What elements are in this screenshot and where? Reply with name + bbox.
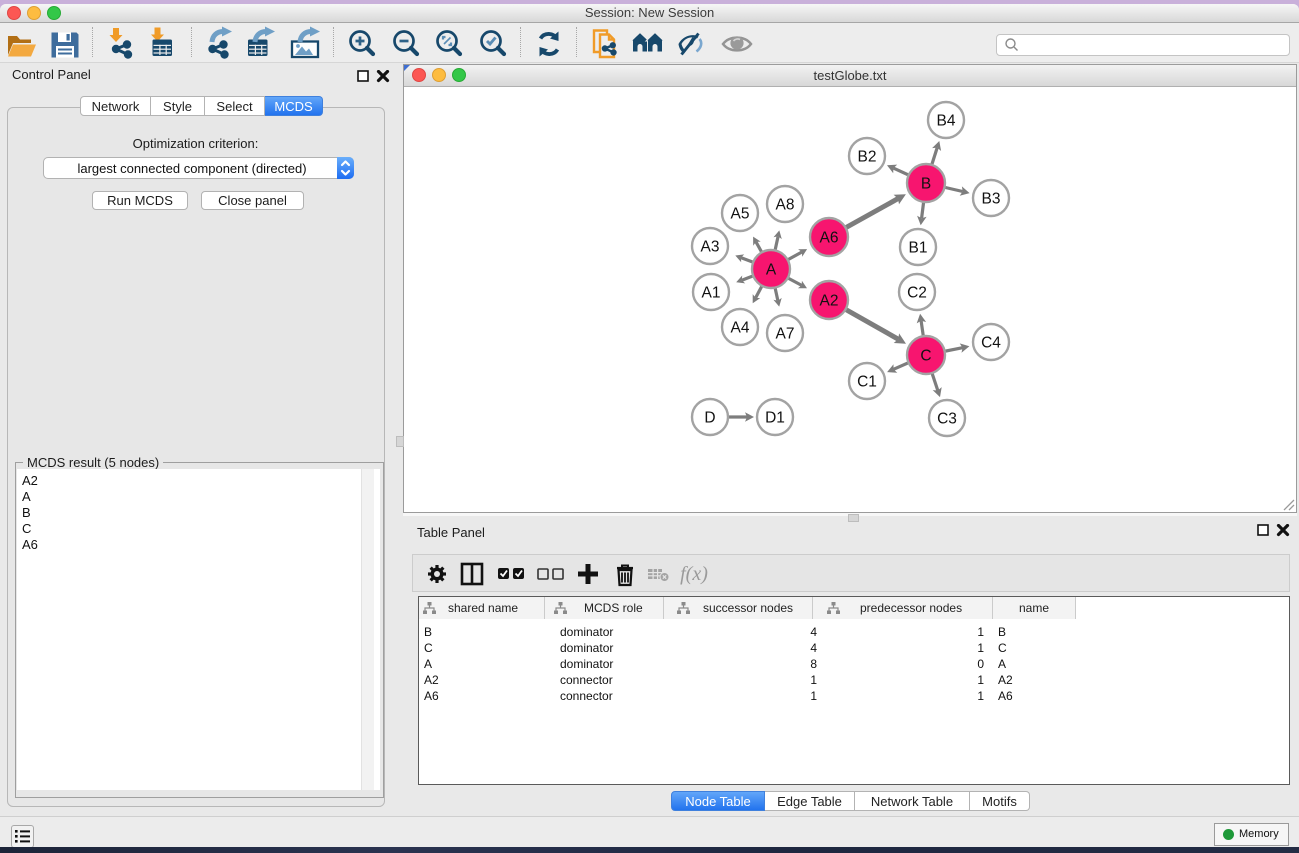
svg-text:A: A [766, 262, 777, 279]
svg-text:B1: B1 [909, 240, 928, 257]
svg-text:C: C [920, 348, 931, 365]
svg-text:B4: B4 [937, 113, 956, 130]
svg-text:A3: A3 [701, 239, 720, 256]
svg-text:A7: A7 [776, 326, 795, 343]
svg-text:C4: C4 [981, 335, 1001, 352]
svg-text:A2: A2 [820, 293, 839, 310]
svg-text:D1: D1 [765, 410, 785, 427]
svg-text:A6: A6 [820, 230, 839, 247]
svg-text:C2: C2 [907, 285, 927, 302]
svg-text:C3: C3 [937, 411, 957, 428]
svg-text:B2: B2 [858, 149, 877, 166]
svg-text:B: B [921, 176, 931, 193]
svg-text:f(x): f(x) [680, 563, 708, 585]
svg-text:A1: A1 [702, 285, 721, 302]
svg-text:A4: A4 [731, 320, 750, 337]
svg-text:B3: B3 [982, 191, 1001, 208]
svg-text:C1: C1 [857, 374, 877, 391]
svg-text:D: D [704, 410, 715, 427]
svg-text:A5: A5 [731, 206, 750, 223]
svg-text:A8: A8 [776, 197, 795, 214]
